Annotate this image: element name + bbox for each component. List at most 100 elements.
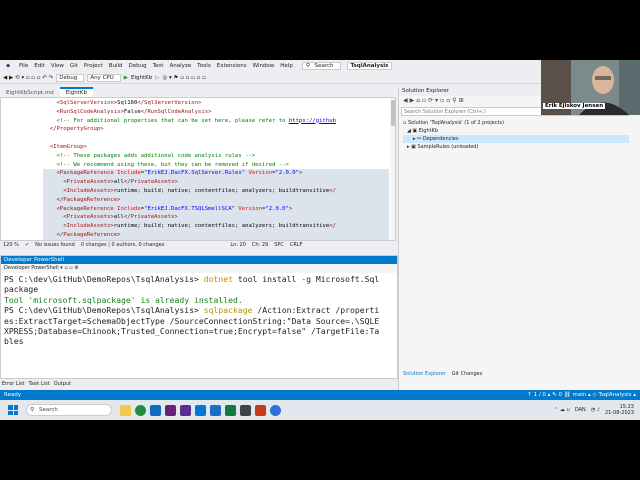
tree-item-solution[interactable]: ▫ Solution 'TsqlAnalysis' (1 of 2 projec… <box>403 119 629 127</box>
code-lines: <SqlServerVersion>Sql160</SqlServerVersi… <box>43 99 389 240</box>
changes-text[interactable]: 0 changes | 0 authors, 0 changes <box>81 242 164 248</box>
toolbar-misc-icons[interactable]: ◎ ▾ ⚑ ▫ ▫ ▫ ▫ ▫ <box>162 75 205 81</box>
code-line: <PackageReference Include="ErikEJ.DacFX.… <box>43 204 389 214</box>
edge-icon[interactable] <box>135 404 146 416</box>
code-line: <!-- These packages adds additional code… <box>56 152 256 159</box>
menu-debug[interactable]: Debug <box>126 63 150 69</box>
terminal-icon[interactable] <box>240 404 251 416</box>
whitespace-mode: SPC <box>274 242 284 248</box>
start-debug-icon[interactable]: ▶ <box>124 75 128 81</box>
solution-name-badge: TsqlAnalysis <box>346 62 393 70</box>
excel-icon[interactable] <box>225 404 236 416</box>
run-target-label[interactable]: EightKb <box>131 75 152 81</box>
code-editor[interactable]: <SqlServerVersion>Sql160</SqlServerVersi… <box>0 97 396 241</box>
solution-tree: ▫ Solution 'TsqlAnalysis' (1 of 2 projec… <box>403 119 629 151</box>
terminal-line: PS C:\dev\GitHub\DemoRepos\TsqlAnalysis>… <box>4 274 390 284</box>
menu-window[interactable]: Window <box>250 63 278 69</box>
menu-edit[interactable]: Edit <box>31 63 48 69</box>
tab-eightkb[interactable]: EightKb <box>59 87 94 97</box>
issues-text[interactable]: No issues found <box>35 242 75 248</box>
configuration-dropdown[interactable]: Debug <box>56 73 85 82</box>
menu-test[interactable]: Test <box>150 63 167 69</box>
command-args: /Action:Extract /properti <box>252 305 380 316</box>
editor-status-row: 120 % ✔ No issues found 0 changes | 0 au… <box>0 241 396 249</box>
tree-item-dependencies[interactable]: ▸ ⚯ Dependencies <box>403 135 629 143</box>
powershell-toolbar: Developer PowerShell ▾ ▫ ▫ ⚙ <box>1 264 397 273</box>
editor-scroll-thumb[interactable] <box>391 100 395 126</box>
bottom-tabs: Error List Task List Output <box>0 379 398 388</box>
store-icon[interactable] <box>150 404 161 416</box>
menu-project[interactable]: Project <box>81 63 106 69</box>
search-label: Search <box>314 63 334 69</box>
visual-studio-logo-icon: ◆ <box>6 63 11 69</box>
status-bar: Ready ↑ 1 / 0 ▴ ✎ 0 ⛓ main ▴ ◇ TsqlAnaly… <box>0 390 640 400</box>
code-line: <!-- We recommend using these, but they … <box>56 161 289 168</box>
status-git-info[interactable]: ↑ 1 / 0 ▴ ✎ 0 ⛓ main ▴ ◇ TsqlAnalysis ▴ <box>527 392 636 398</box>
powershell-tab[interactable]: Developer PowerShell <box>4 265 59 271</box>
menu-tools[interactable]: Tools <box>194 63 214 69</box>
powershell-tool-icons[interactable]: ▾ ▫ ▫ ⚙ <box>60 265 79 271</box>
code-line: </PropertyGroup> <box>49 126 104 133</box>
menu-git[interactable]: Git <box>67 63 81 69</box>
prompt: PS C:\dev\GitHub\DemoRepos\TsqlAnalysis> <box>4 305 204 316</box>
vscode-icon[interactable] <box>195 404 206 416</box>
code-line: <SqlServerVersion>Sql160</SqlServerVersi… <box>56 100 202 106</box>
tab-output[interactable]: Output <box>54 381 71 387</box>
powerpoint-icon[interactable] <box>255 404 266 416</box>
tree-item-samplerules[interactable]: ▸ ▣ SampleRules (unloaded) <box>403 143 629 151</box>
menu-analyze[interactable]: Analyze <box>166 63 194 69</box>
tree-label: Solution 'TsqlAnalysis' (1 of 2 projects… <box>407 120 505 126</box>
network-volume-icons[interactable]: ◔ ♪ <box>591 407 600 413</box>
tab-error-list[interactable]: Error List <box>2 381 25 387</box>
platform-dropdown[interactable]: Any CPU <box>87 73 121 82</box>
powershell-title: Developer PowerShell <box>1 256 397 264</box>
search-box[interactable]: ⚲ Search <box>301 62 341 70</box>
ssms-icon[interactable] <box>210 404 221 416</box>
terminal-line: Tool 'microsoft.sqlpackage' is already i… <box>4 294 243 305</box>
developer-powershell-panel[interactable]: Developer PowerShell Developer PowerShel… <box>0 255 398 379</box>
line-number: Ln: 20 <box>230 242 246 248</box>
tab-solution-explorer[interactable]: Solution Explorer <box>403 371 446 377</box>
menu-build[interactable]: Build <box>106 63 126 69</box>
taskbar-search[interactable]: ⚲ Search <box>26 404 112 416</box>
menu-view[interactable]: View <box>48 63 67 69</box>
terminal-line: package <box>4 284 39 295</box>
tab-eightkbscript[interactable]: EightKbScript.md <box>0 89 60 97</box>
tree-label: SampleRules (unloaded) <box>417 144 479 150</box>
windows-start-icon[interactable] <box>8 405 18 415</box>
start-without-debug-icon[interactable]: ▷ <box>155 75 159 81</box>
back-forward-icons[interactable]: ◀ ▶ ⟲ ▾ ▫ ▫ ▫ ↶ ↷ <box>3 75 53 81</box>
language-indicator[interactable]: DAN <box>575 407 586 413</box>
code-line: </PackageReference> <box>43 230 389 240</box>
command-name: sqlpackage <box>203 305 253 316</box>
terminal-line: es:ExtractTarget=SchemaObjectType /Sourc… <box>4 315 380 326</box>
terminal-line: bles <box>4 336 24 347</box>
prompt: PS C:\dev\GitHub\DemoRepos\TsqlAnalysis> <box>4 274 204 284</box>
teams-icon[interactable] <box>180 404 191 416</box>
solution-explorer: Solution Explorer ◀▶⌂▫⟳▾▫▫⚲⊞ Search Solu… <box>398 87 640 400</box>
terminal-line: PS C:\dev\GitHub\DemoRepos\TsqlAnalysis>… <box>4 305 390 315</box>
code-line: <PrivateAssets>all</PrivateAssets> <box>43 178 389 187</box>
column-number: Ch: 29 <box>251 242 269 248</box>
tray-icons[interactable]: ⌃ ☁ ▫ <box>554 407 570 413</box>
file-explorer-icon[interactable] <box>120 404 131 416</box>
zoom-level[interactable]: 120 % <box>3 242 19 248</box>
clock[interactable]: 15:23 21-08-2023 <box>605 404 634 416</box>
line-ending: CRLF <box>289 242 303 248</box>
editor-tab-strip: EightKbScript.md EightKb <box>0 87 398 97</box>
menu-extensions[interactable]: Extensions <box>214 63 250 69</box>
tree-item-project[interactable]: ◢ ▣ EightKb <box>403 127 629 135</box>
editor-gutter <box>1 98 43 240</box>
tab-git-changes[interactable]: Git Changes <box>452 371 483 377</box>
menu-file[interactable]: File <box>16 63 31 69</box>
taskbar-search-label: Search <box>39 407 58 413</box>
code-line: <IncludeAssets>runtime; build; native; c… <box>43 222 389 231</box>
tab-task-list[interactable]: Task List <box>29 381 50 387</box>
menu-help[interactable]: Help <box>277 63 296 69</box>
command-args: tool install -g Microsoft.Sql <box>233 274 380 284</box>
code-line: <PrivateAssets>all</PrivateAssets> <box>43 213 389 223</box>
terminal-output[interactable]: PS C:\dev\GitHub\DemoRepos\TsqlAnalysis>… <box>4 274 390 347</box>
app-icon[interactable] <box>270 404 281 416</box>
visual-studio-icon[interactable] <box>165 404 176 416</box>
